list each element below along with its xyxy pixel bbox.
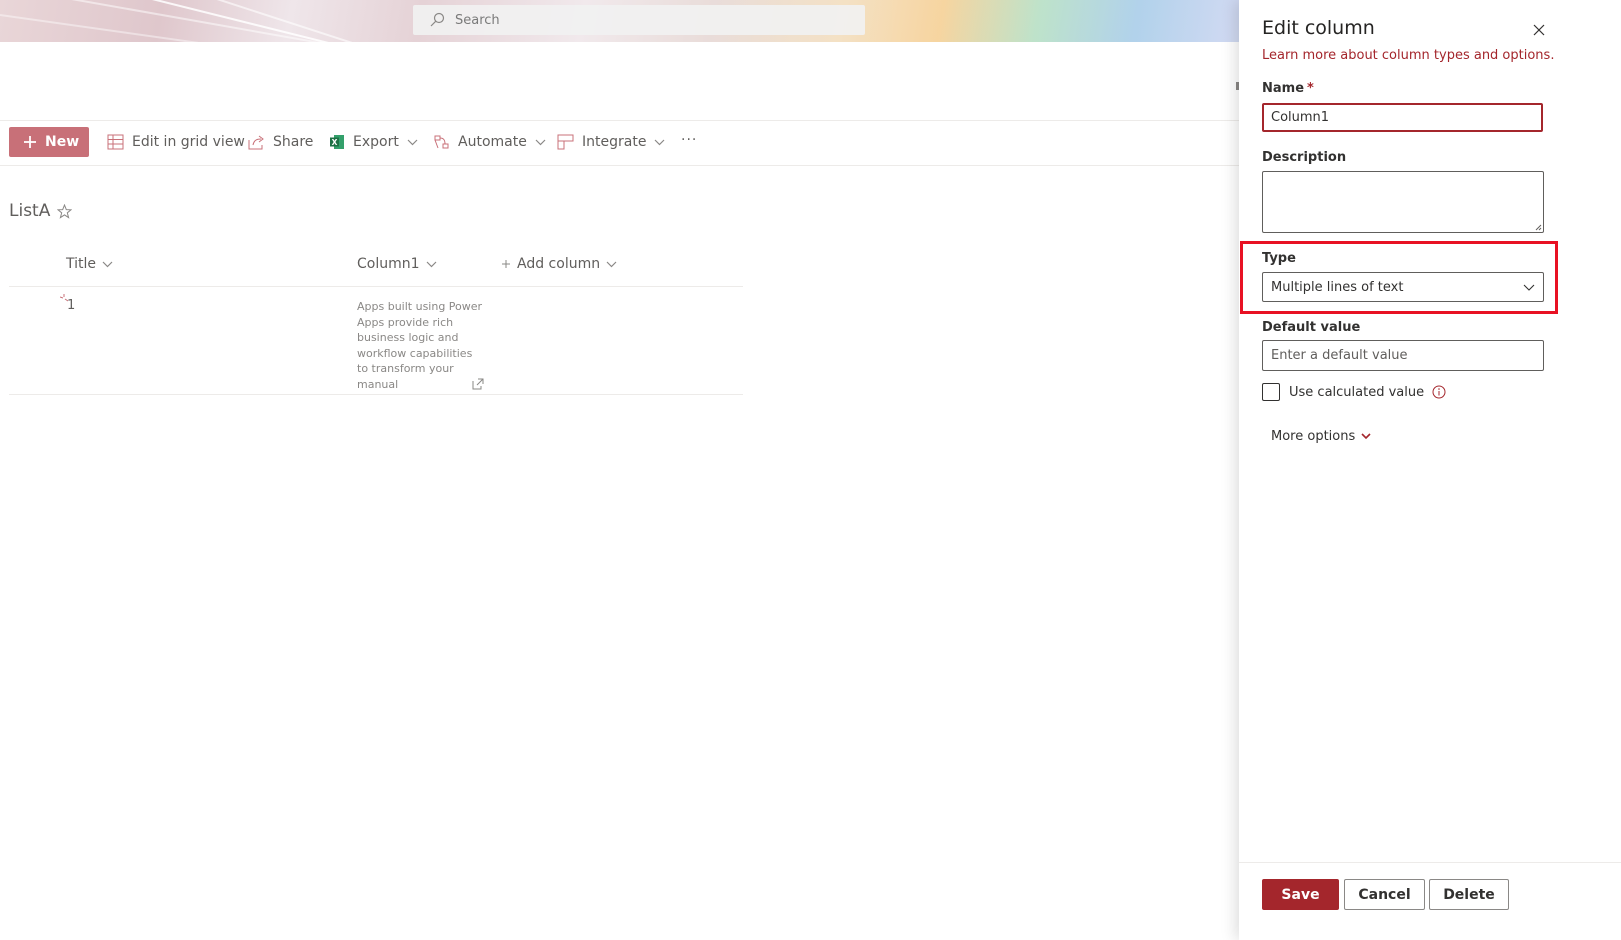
- use-calculated-value-label: Use calculated value: [1289, 384, 1425, 400]
- description-field[interactable]: [1262, 171, 1544, 233]
- share-label: Share: [273, 134, 314, 150]
- list-title: ListA: [9, 201, 51, 221]
- share-button[interactable]: Share: [248, 120, 313, 164]
- chevron-down-icon: [102, 261, 113, 267]
- delete-button[interactable]: Delete: [1429, 879, 1509, 910]
- add-column-button[interactable]: Add column: [501, 256, 617, 272]
- edit-grid-view-label: Edit in grid view: [132, 134, 245, 150]
- column-header-column1[interactable]: Column1: [357, 256, 437, 272]
- excel-icon: X: [330, 135, 344, 149]
- export-button[interactable]: X Export: [329, 120, 418, 164]
- save-button[interactable]: Save: [1262, 879, 1339, 910]
- header-divider: [9, 286, 743, 287]
- type-dropdown[interactable]: Multiple lines of text: [1262, 272, 1544, 302]
- column-header-label: Column1: [357, 256, 420, 272]
- learn-more-link[interactable]: Learn more about column types and option…: [1262, 48, 1554, 63]
- chevron-down-icon: [655, 139, 665, 145]
- integrate-label: Integrate: [582, 134, 647, 150]
- info-icon[interactable]: [1432, 385, 1446, 399]
- chevron-down-icon: [606, 261, 617, 267]
- table-row-column1: Apps built using Power Apps provide rich…: [357, 300, 483, 391]
- more-options-toggle[interactable]: More options: [1271, 429, 1371, 444]
- edit-column-panel: Edit column Learn more about column type…: [1239, 0, 1621, 940]
- automate-button[interactable]: Automate: [433, 120, 546, 164]
- required-marker: *: [1307, 81, 1314, 96]
- more-actions-button[interactable]: ···: [681, 118, 697, 162]
- svg-text:X: X: [332, 138, 338, 147]
- table-row-title[interactable]: 1: [67, 298, 75, 313]
- search-icon: [430, 12, 445, 27]
- default-value-placeholder: Enter a default value: [1271, 348, 1408, 363]
- row-divider: [9, 394, 743, 395]
- column-header-title[interactable]: Title: [66, 256, 113, 272]
- resize-grip-icon[interactable]: [1535, 224, 1542, 231]
- footer-divider: [1239, 862, 1621, 863]
- column-header-label: Title: [66, 256, 97, 272]
- name-field-value: Column1: [1271, 110, 1330, 125]
- more-icon: ···: [681, 132, 698, 148]
- cancel-button[interactable]: Cancel: [1344, 879, 1425, 910]
- automate-label: Automate: [458, 134, 527, 150]
- new-button[interactable]: New: [9, 127, 89, 157]
- integrate-button[interactable]: Integrate: [557, 120, 665, 164]
- close-button[interactable]: [1529, 20, 1549, 40]
- close-icon: [1533, 24, 1545, 36]
- export-label: Export: [353, 134, 399, 150]
- chevron-down-icon: [1523, 284, 1535, 291]
- more-options-label: More options: [1271, 429, 1356, 444]
- description-label: Description: [1262, 150, 1347, 165]
- share-icon: [248, 135, 264, 150]
- plus-icon: [502, 260, 510, 268]
- search-placeholder: Search: [455, 12, 500, 28]
- use-calculated-value-row: Use calculated value: [1262, 383, 1446, 401]
- column-header-label: Add column: [517, 256, 601, 272]
- name-label-text: Name: [1262, 81, 1305, 96]
- star-icon[interactable]: [57, 204, 72, 219]
- integrate-icon: [557, 134, 574, 150]
- name-label: Name *: [1262, 81, 1314, 96]
- edit-grid-view-button[interactable]: Edit in grid view: [107, 120, 245, 164]
- search-box[interactable]: Search: [413, 5, 865, 35]
- use-calculated-value-checkbox[interactable]: [1262, 383, 1280, 401]
- default-value-label: Default value: [1262, 320, 1361, 335]
- chevron-down-icon: [535, 139, 546, 145]
- plus-icon: [24, 136, 36, 148]
- default-value-field[interactable]: Enter a default value: [1262, 340, 1544, 371]
- name-field[interactable]: Column1: [1262, 103, 1543, 132]
- type-dropdown-value: Multiple lines of text: [1271, 279, 1404, 295]
- chevron-down-icon: [407, 139, 418, 145]
- automate-icon: [434, 135, 449, 149]
- chevron-down-icon: [426, 261, 436, 267]
- type-label: Type: [1262, 251, 1296, 266]
- open-icon[interactable]: [472, 378, 484, 390]
- panel-title: Edit column: [1262, 17, 1375, 39]
- new-button-label: New: [45, 134, 80, 150]
- chevron-down-icon: [1361, 433, 1371, 440]
- grid-icon: [107, 134, 124, 150]
